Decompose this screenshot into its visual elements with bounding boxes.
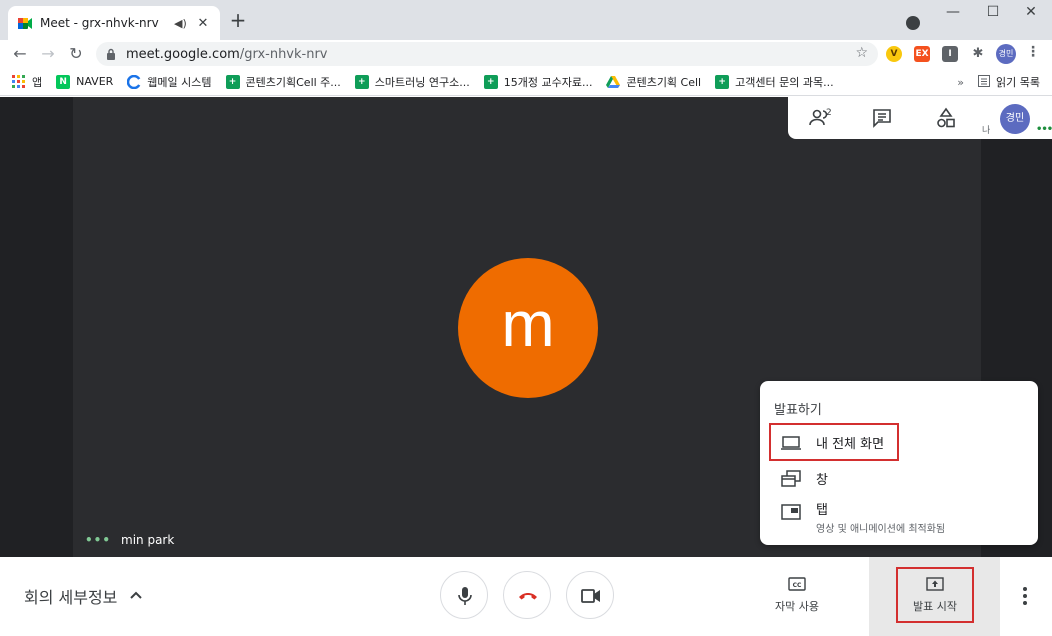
chevron-up-icon [129, 588, 143, 604]
window-icon [780, 470, 802, 488]
extension-ex-icon[interactable]: EX [914, 46, 930, 62]
forward-arrow-icon[interactable]: → [38, 44, 58, 64]
present-menu-title: 발표하기 [774, 403, 822, 418]
present-label: 발표 시작 [913, 600, 957, 613]
maximize-icon[interactable]: ☐ [978, 4, 1008, 24]
sheets-icon: + [225, 74, 240, 89]
extension-i-icon[interactable]: I [942, 46, 958, 62]
reload-icon[interactable]: ↻ [66, 44, 86, 64]
browser-tab-meet[interactable]: Meet - grx-nhvk-nrv ◀) ✕ [8, 6, 220, 40]
bookmarks-right: » 읽기 목록 [957, 74, 1040, 90]
present-menu: 발표하기 내 전체 화면 창 탭 영상 및 애니메이션에 최적화됨 [760, 381, 1038, 545]
extensions-puzzle-icon[interactable]: ✱ [970, 46, 986, 62]
bookmark-15-curriculum[interactable]: + 15개정 교수자료... [483, 74, 593, 90]
bookmark-apps[interactable]: 앱 [12, 74, 42, 90]
bookmark-label: 콘텐츠기획Cell 주... [245, 75, 341, 89]
more-options-icon[interactable] [1018, 585, 1032, 607]
tab-search-icon[interactable] [906, 16, 920, 30]
closed-captions-icon: CC [770, 577, 824, 594]
self-avatar[interactable]: 경민 [1000, 104, 1030, 134]
participant-avatar: m [458, 258, 598, 398]
bookmark-customer-center[interactable]: + 고객센터 문의 과목... [715, 74, 834, 90]
url-path: /grx-nhvk-nrv [239, 46, 328, 62]
sheets-icon: + [483, 74, 498, 89]
bookmark-naver[interactable]: N NAVER [56, 74, 114, 89]
reading-list-label[interactable]: 읽기 목록 [996, 74, 1040, 90]
me-label: 나 [982, 126, 991, 136]
participant-name-tag: ••• min park [85, 533, 174, 547]
audio-indicator-icon: ••• [85, 533, 112, 547]
bookmark-star-icon[interactable]: ☆ [855, 45, 868, 61]
chat-icon[interactable] [870, 106, 894, 130]
tab-audio-icon[interactable]: ◀) [174, 17, 188, 30]
video-camera-icon [581, 589, 600, 603]
camera-button[interactable] [566, 571, 614, 619]
present-now-button[interactable]: 발표 시작 [896, 567, 974, 623]
google-meet-favicon-icon [18, 17, 32, 29]
present-tab-option[interactable]: 탭 영상 및 애니메이션에 최적화됨 [770, 499, 945, 535]
bookmarks-bar: 앱 N NAVER 웹메일 시스템 + 콘텐츠기획Cell 주... + 스마트… [0, 68, 1052, 96]
new-tab-plus-icon[interactable]: + [228, 10, 248, 30]
naver-icon: N [56, 74, 71, 89]
self-speaking-icon: ••• [1036, 124, 1052, 135]
window-close-icon[interactable]: ✕ [1016, 4, 1046, 24]
hang-up-icon [519, 593, 537, 600]
bookmark-contents-cell-drive[interactable]: 콘텐츠기획 Cell [606, 74, 701, 90]
bookmark-smart-learning[interactable]: + 스마트러닝 연구소... [354, 74, 470, 90]
reading-list-icon[interactable] [978, 74, 991, 90]
tab-strip: Meet - grx-nhvk-nrv ◀) ✕ + — ☐ ✕ [0, 0, 1052, 40]
svg-text:CC: CC [793, 582, 802, 589]
tab-close-icon[interactable]: ✕ [196, 16, 210, 31]
meeting-details-button[interactable]: 회의 세부정보 [24, 584, 143, 608]
activities-icon[interactable] [934, 106, 958, 130]
lock-icon [106, 48, 116, 60]
microphone-button[interactable] [440, 571, 488, 619]
address-bar[interactable]: meet.google.com/grx-nhvk-nrv ☆ [96, 42, 878, 66]
bookmark-label: 웹메일 시스템 [147, 75, 212, 89]
sheets-icon: + [354, 74, 369, 89]
bookmark-label: 고객센터 문의 과목... [735, 75, 834, 89]
captions-button[interactable]: CC 자막 사용 [770, 577, 824, 614]
back-arrow-icon[interactable]: ← [10, 44, 30, 64]
browser-toolbar: ← → ↻ meet.google.com/grx-nhvk-nrv ☆ V E… [0, 40, 1052, 68]
bookmark-label: 앱 [32, 75, 43, 89]
tab-title: Meet - grx-nhvk-nrv [40, 16, 159, 30]
captions-label: 자막 사용 [775, 600, 819, 613]
profile-avatar[interactable]: 경민 [996, 44, 1016, 64]
present-screen-icon [898, 577, 972, 594]
highlight-entire-screen [769, 423, 899, 461]
webmail-icon [127, 74, 142, 89]
option-sublabel: 영상 및 애니메이션에 최적화됨 [816, 524, 946, 535]
chrome-menu-icon[interactable]: ⋮ [1026, 44, 1040, 64]
leave-call-button[interactable] [503, 571, 551, 619]
apps-grid-icon [12, 74, 26, 89]
bookmark-label: 콘텐츠기획 Cell [626, 75, 702, 89]
present-window-option[interactable]: 창 [770, 469, 828, 488]
sheets-icon: + [715, 74, 730, 89]
bookmark-webmail[interactable]: 웹메일 시스템 [127, 74, 212, 90]
option-label: 창 [816, 473, 828, 488]
option-label: 탭 [816, 503, 828, 518]
url-host: meet.google.com [126, 46, 240, 62]
google-drive-icon [606, 75, 621, 89]
bookmarks-overflow-icon[interactable]: » [957, 76, 964, 89]
bookmark-contents-cell[interactable]: + 콘텐츠기획Cell 주... [225, 74, 341, 90]
meeting-details-label: 회의 세부정보 [24, 588, 118, 607]
extension-v-icon[interactable]: V [886, 46, 902, 62]
bottom-control-bar: 회의 세부정보 CC 자막 사용 발표 시작 [0, 557, 1052, 636]
participant-count-badge: 2 [826, 108, 832, 118]
microphone-icon [458, 587, 472, 605]
minimize-icon[interactable]: — [938, 4, 968, 24]
tab-icon [780, 503, 802, 521]
bookmark-label: 스마트러닝 연구소... [374, 75, 470, 89]
bookmark-label: 15개정 교수자료... [503, 75, 593, 89]
bookmark-label: NAVER [76, 75, 114, 88]
participant-name: min park [121, 533, 175, 547]
